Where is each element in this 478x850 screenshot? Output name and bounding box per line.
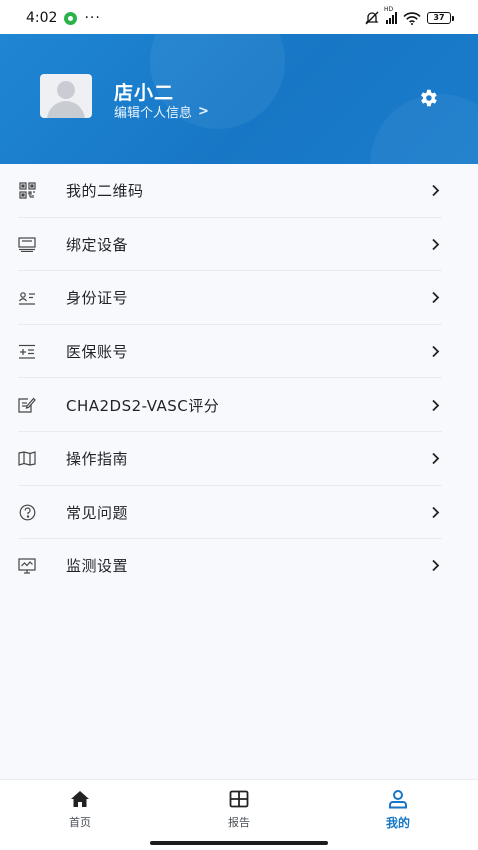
menu-item-guide[interactable]: 操作指南: [0, 432, 478, 486]
wifi-icon: [403, 11, 421, 25]
status-more: ···: [84, 10, 101, 26]
report-icon: [228, 788, 250, 810]
settings-button[interactable]: [416, 86, 440, 110]
profile-header: 店小二 编辑个人信息 >: [0, 34, 478, 164]
chevron-right-icon: [429, 345, 441, 359]
menu-item-insurance[interactable]: 医保账号: [0, 325, 478, 379]
monitor-icon: [18, 557, 36, 575]
menu-list: 我的二维码 绑定设备 身份证号 医保账号 CHA2DS2-VASC评分 操作指南…: [0, 164, 478, 593]
tab-home[interactable]: 首页: [40, 788, 120, 830]
menu-item-qr-code[interactable]: 我的二维码: [0, 164, 478, 218]
edit-profile-label: 编辑个人信息: [114, 106, 193, 121]
id-card-icon: [18, 289, 36, 307]
menu-item-id-card[interactable]: 身份证号: [0, 271, 478, 325]
menu-item-label: 身份证号: [66, 289, 129, 308]
tab-profile-label: 我的: [385, 816, 410, 830]
menu-item-label: 医保账号: [66, 343, 129, 362]
status-right: HD 37: [364, 6, 454, 25]
battery-level: 37: [427, 12, 451, 24]
tab-home-label: 首页: [69, 816, 91, 829]
chevron-right-icon: >: [198, 104, 209, 119]
chevron-right-icon: [429, 184, 441, 198]
network-badge: HD: [384, 6, 394, 13]
chevron-right-icon: [429, 291, 441, 305]
signal-icon: HD: [384, 6, 397, 24]
menu-item-label: 操作指南: [66, 450, 129, 469]
home-icon: [69, 788, 91, 810]
chevron-right-icon: [429, 505, 441, 519]
chevron-right-icon: [429, 559, 441, 573]
guide-map-icon: [18, 450, 36, 468]
avatar[interactable]: [40, 74, 92, 118]
menu-item-label: CHA2DS2-VASC评分: [66, 396, 220, 415]
chevron-right-icon: [429, 452, 441, 466]
user-name: 店小二: [114, 82, 175, 104]
status-time: 4:02: [26, 10, 58, 26]
bottom-tab-bar: 首页 报告 我的: [0, 779, 478, 835]
menu-item-label: 我的二维码: [66, 182, 144, 201]
chevron-right-icon: [429, 237, 441, 251]
menu-item-cha2ds2-vasc[interactable]: CHA2DS2-VASC评分: [0, 378, 478, 432]
menu-item-bind-device[interactable]: 绑定设备: [0, 218, 478, 272]
menu-item-label: 监测设置: [66, 557, 129, 576]
gear-icon: [421, 89, 437, 107]
tab-report-label: 报告: [228, 816, 250, 829]
menu-item-faq[interactable]: 常见问题: [0, 486, 478, 540]
device-icon: [18, 235, 36, 253]
chevron-right-icon: [429, 398, 441, 412]
mute-bell-icon: [365, 11, 379, 25]
status-left: 4:02 ···: [26, 10, 101, 26]
question-icon: [18, 503, 36, 521]
battery-icon: 37: [427, 12, 454, 24]
notification-dot-icon: [64, 11, 78, 25]
tab-profile[interactable]: 我的: [358, 788, 438, 831]
status-bar: 4:02 ··· HD 37: [0, 0, 478, 36]
menu-item-label: 绑定设备: [66, 235, 129, 254]
profile-icon: [387, 788, 409, 810]
home-indicator[interactable]: [150, 841, 328, 845]
menu-item-label: 常见问题: [66, 503, 129, 522]
tab-report[interactable]: 报告: [199, 788, 279, 830]
edit-profile-link[interactable]: 编辑个人信息 >: [114, 102, 209, 121]
menu-item-monitor-settings[interactable]: 监测设置: [0, 539, 478, 593]
qr-code-icon: [18, 182, 36, 200]
insurance-card-icon: [18, 343, 36, 361]
score-form-icon: [18, 396, 36, 414]
